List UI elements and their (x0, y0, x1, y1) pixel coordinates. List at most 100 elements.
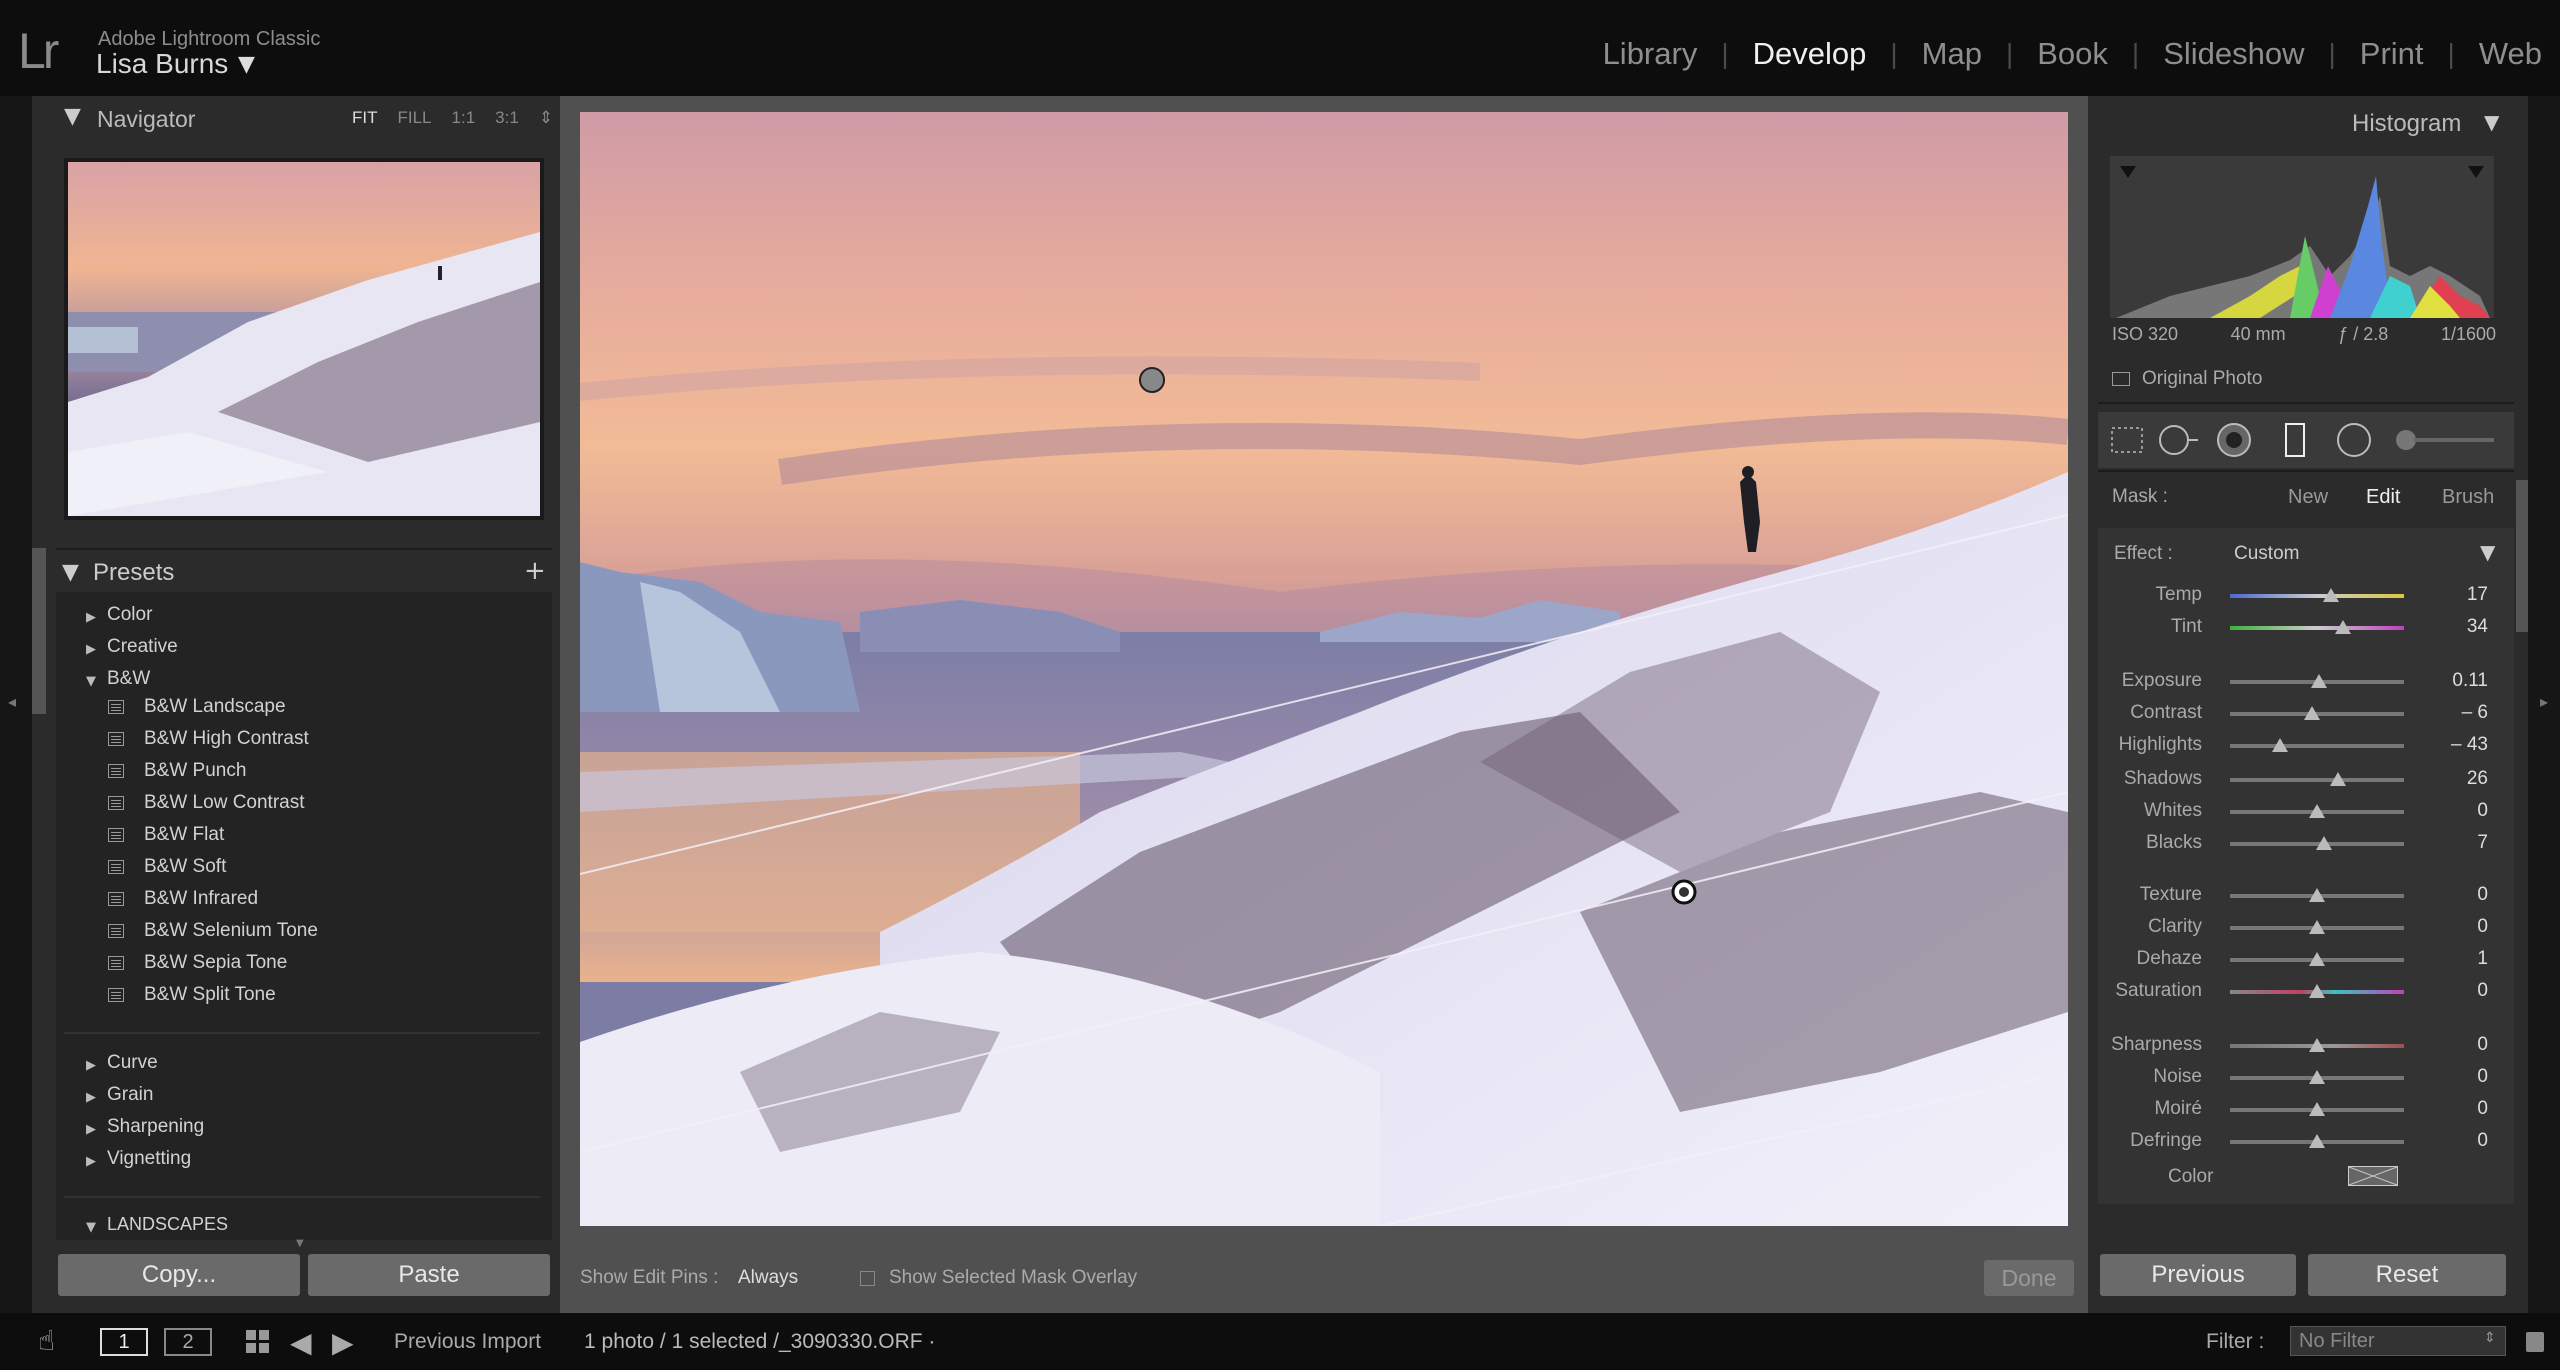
preset-item[interactable]: B&W Flat (144, 824, 224, 846)
filmstrip-selection-info[interactable]: 1 photo / 1 selected /_3090330.ORF · (584, 1330, 935, 1354)
left-panel-scrollbar[interactable] (32, 548, 46, 714)
histogram-title[interactable]: Histogram (2352, 110, 2461, 138)
moir-value[interactable]: 0 (2412, 1098, 2488, 1120)
done-button[interactable]: Done (1984, 1260, 2074, 1296)
shadows-value[interactable]: 26 (2412, 768, 2488, 790)
folder-collapsed-icon[interactable]: ▶ (86, 1058, 96, 1073)
right-panel-scrollbar[interactable] (2516, 480, 2528, 632)
clarity-slider-thumb[interactable] (2309, 920, 2325, 934)
sharpness-slider-thumb[interactable] (2309, 1038, 2325, 1052)
noise-slider-thumb[interactable] (2309, 1070, 2325, 1084)
preset-group-grain[interactable]: Grain (107, 1084, 153, 1106)
saturation-value[interactable]: 0 (2412, 980, 2488, 1002)
preset-item[interactable]: B&W Sepia Tone (144, 952, 287, 974)
module-develop[interactable]: Develop (1729, 36, 1891, 72)
blacks-value[interactable]: 7 (2412, 832, 2488, 854)
saturation-slider-thumb[interactable] (2309, 984, 2325, 998)
moir-slider-thumb[interactable] (2309, 1102, 2325, 1116)
highlights-slider-track[interactable] (2230, 744, 2404, 748)
texture-value[interactable]: 0 (2412, 884, 2488, 906)
dehaze-slider-thumb[interactable] (2309, 952, 2325, 966)
preset-item[interactable]: B&W High Contrast (144, 728, 309, 750)
hand-pointer-icon[interactable]: ☝ (38, 1324, 55, 1357)
folder-collapsed-icon[interactable]: ▶ (86, 1122, 96, 1137)
zoom-stepper-icon[interactable]: ⇕ (539, 108, 553, 128)
preset-item[interactable]: B&W Soft (144, 856, 226, 878)
module-slideshow[interactable]: Slideshow (2139, 36, 2328, 72)
original-photo-checkbox[interactable] (2112, 372, 2130, 386)
preset-item[interactable]: B&W Punch (144, 760, 246, 782)
secondary-display-button[interactable]: 2 (164, 1328, 212, 1356)
zoom-1-1[interactable]: 1:1 (452, 108, 476, 128)
left-panel-toggle-icon[interactable]: ◂ (8, 692, 16, 711)
dehaze-value[interactable]: 1 (2412, 948, 2488, 970)
highlights-value[interactable]: – 43 (2412, 734, 2488, 756)
preset-item[interactable]: B&W Infrared (144, 888, 258, 910)
preset-item[interactable]: B&W Selenium Tone (144, 920, 318, 942)
filmstrip-source[interactable]: Previous Import (394, 1330, 541, 1354)
filter-lock-icon[interactable] (2526, 1332, 2544, 1352)
module-map[interactable]: Map (1898, 36, 2006, 72)
preset-group-sharpening[interactable]: Sharpening (107, 1116, 204, 1138)
exposure-slider-thumb[interactable] (2310, 674, 2327, 688)
triangle-down-icon[interactable]: ▼ (238, 52, 255, 77)
panel-resize-icon[interactable]: ▼ (296, 1238, 304, 1249)
folder-collapsed-icon[interactable]: ▶ (86, 610, 96, 625)
temp-value[interactable]: 17 (2412, 584, 2488, 606)
contrast-value[interactable]: – 6 (2412, 702, 2488, 724)
main-photo[interactable] (580, 112, 2068, 1226)
folder-expanded-icon[interactable]: ▼ (86, 1220, 96, 1235)
preset-group-bw[interactable]: B&W (107, 668, 150, 690)
defringe-slider-thumb[interactable] (2309, 1134, 2325, 1148)
module-web[interactable]: Web (2455, 36, 2542, 72)
noise-value[interactable]: 0 (2412, 1066, 2488, 1088)
preset-item[interactable]: B&W Low Contrast (144, 792, 305, 814)
back-arrow-icon[interactable]: ◀ (290, 1326, 312, 1359)
tint-slider-track[interactable] (2230, 626, 2404, 630)
tint-slider-thumb[interactable] (2335, 620, 2352, 634)
temp-slider-thumb[interactable] (2322, 588, 2339, 602)
effect-collapse-icon[interactable]: ▼ (2480, 540, 2495, 564)
paste-settings-button[interactable]: Paste (308, 1254, 550, 1296)
mask-edit-button[interactable]: Edit (2366, 486, 2400, 509)
texture-slider-thumb[interactable] (2309, 888, 2325, 902)
histogram-graph[interactable] (2110, 156, 2494, 318)
effect-preset-select[interactable]: Custom (2234, 543, 2299, 565)
module-book[interactable]: Book (2013, 36, 2132, 72)
presets-collapse-icon[interactable]: ▼ (62, 560, 79, 585)
mask-overlay-checkbox[interactable] (860, 1271, 875, 1286)
blacks-slider-thumb[interactable] (2315, 836, 2332, 850)
zoom-fit[interactable]: FIT (352, 108, 378, 128)
folder-collapsed-icon[interactable]: ▶ (86, 1154, 96, 1169)
folder-expanded-icon[interactable]: ▼ (86, 674, 96, 689)
defringe-value[interactable]: 0 (2412, 1130, 2488, 1152)
preset-item[interactable]: B&W Landscape (144, 696, 286, 718)
zoom-fill[interactable]: FILL (398, 108, 432, 128)
filter-select[interactable]: No Filter (2290, 1326, 2506, 1356)
navigator-title[interactable]: Navigator (97, 106, 195, 133)
whites-slider-thumb[interactable] (2309, 804, 2325, 818)
preset-group-vignetting[interactable]: Vignetting (107, 1148, 191, 1170)
preset-group-curve[interactable]: Curve (107, 1052, 158, 1074)
original-photo-label[interactable]: Original Photo (2142, 368, 2262, 390)
temp-slider-track[interactable] (2230, 594, 2404, 598)
module-library[interactable]: Library (1579, 36, 1722, 72)
primary-display-button[interactable]: 1 (100, 1328, 148, 1356)
presets-title[interactable]: Presets (93, 559, 174, 587)
zoom-3-1[interactable]: 3:1 (495, 108, 519, 128)
right-panel-toggle-icon[interactable]: ▸ (2540, 692, 2548, 711)
sharpness-value[interactable]: 0 (2412, 1034, 2488, 1056)
navigator-collapse-icon[interactable]: ▼ (64, 104, 81, 129)
select-arrows-icon[interactable]: ⇕ (2484, 1330, 2496, 1346)
histogram-collapse-icon[interactable]: ▼ (2484, 110, 2499, 134)
identity-plate-user[interactable]: Lisa Burns (96, 48, 228, 80)
show-edit-pins-select[interactable]: Always (738, 1267, 798, 1289)
tint-value[interactable]: 34 (2412, 616, 2488, 638)
preset-group-landscapes[interactable]: LANDSCAPES (107, 1214, 228, 1235)
plus-icon[interactable]: + (524, 556, 546, 586)
copy-settings-button[interactable]: Copy... (58, 1254, 300, 1296)
exposure-value[interactable]: 0.11 (2412, 670, 2488, 692)
grid-view-icon[interactable] (246, 1330, 270, 1354)
contrast-slider-thumb[interactable] (2303, 706, 2320, 720)
mask-brush-button[interactable]: Brush (2442, 486, 2494, 509)
